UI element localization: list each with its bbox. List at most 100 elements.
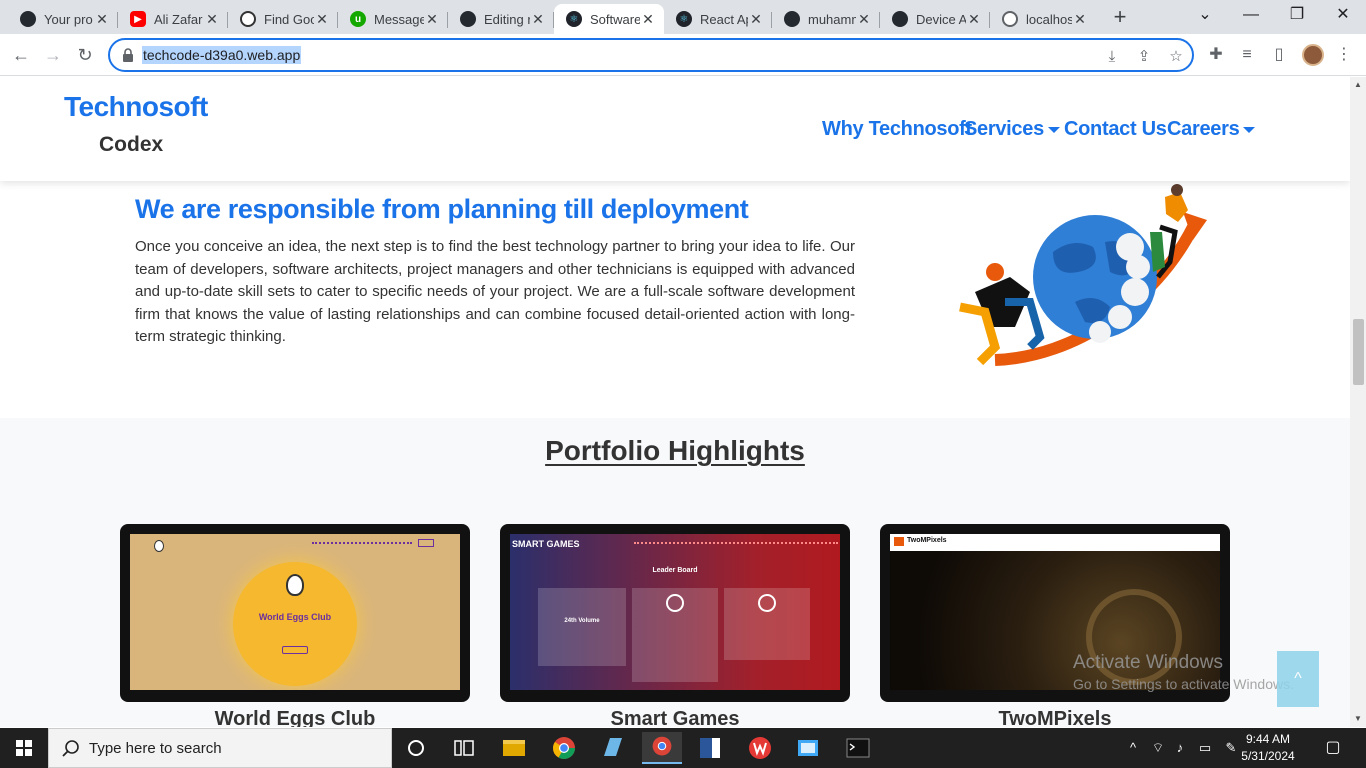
media-queue-icon[interactable]: ≡: [1236, 44, 1258, 66]
portfolio-card-world-eggs[interactable]: World Eggs Club: [120, 524, 470, 702]
tab-2[interactable]: ▶ Ali Zafar ✕: [118, 4, 228, 34]
world-eggs-preview: World Eggs Club: [130, 534, 460, 690]
tray-overflow-chevron-icon[interactable]: ^: [1124, 728, 1142, 768]
close-window-button[interactable]: ✕: [1320, 0, 1366, 34]
chrome-icon[interactable]: [544, 732, 584, 764]
forward-button[interactable]: →: [40, 42, 66, 68]
browser-toolbar: ← → ↻ techcode-d39a0.web.app ⤓ ⇪ ☆ ✚ ≡ ▯…: [0, 34, 1366, 76]
close-tab-icon[interactable]: ✕: [748, 11, 764, 28]
page-scrollbar[interactable]: ▲ ▼: [1350, 77, 1366, 727]
tab-title: muhamm: [808, 11, 856, 27]
back-button[interactable]: ←: [8, 42, 34, 68]
nav-label: Contact Us: [1064, 118, 1167, 140]
tab-3[interactable]: Find Goo ✕: [228, 4, 338, 34]
globe-icon: [1002, 11, 1018, 27]
notifications-icon[interactable]: ▢: [1318, 728, 1348, 768]
close-tab-icon[interactable]: ✕: [424, 11, 440, 28]
notepad-icon[interactable]: [592, 732, 632, 764]
close-tab-icon[interactable]: ✕: [856, 11, 872, 28]
share-icon[interactable]: ⇪: [1134, 47, 1154, 67]
preview-subheading: Leader Board: [652, 567, 698, 574]
portfolio-label-twompixels[interactable]: TwoMPixels: [880, 708, 1230, 727]
menu-kebab-icon[interactable]: ⋮: [1333, 44, 1355, 66]
github-icon: [892, 11, 908, 27]
search-icon: [62, 740, 79, 757]
battery-icon[interactable]: ▭: [1194, 728, 1216, 768]
remote-desktop-icon[interactable]: [788, 732, 828, 764]
windows-taskbar: Type here to search ^ ⌔ ♪ ▭ ✎ 9:44 AM 5/…: [0, 728, 1366, 768]
nav-services-dropdown[interactable]: Services: [964, 118, 1060, 141]
back-to-top-button[interactable]: ^: [1277, 651, 1319, 707]
taskbar-search-box[interactable]: Type here to search: [48, 728, 392, 768]
task-view-icon[interactable]: [444, 732, 484, 764]
bookmark-star-icon[interactable]: ☆: [1166, 47, 1186, 67]
minimize-button[interactable]: —: [1228, 0, 1274, 34]
new-tab-button[interactable]: +: [1108, 6, 1132, 30]
taskbar-clock[interactable]: 9:44 AM 5/31/2024: [1228, 731, 1308, 765]
scrollbar-thumb[interactable]: [1353, 319, 1364, 385]
tab-1[interactable]: Your pro ✕: [8, 4, 118, 34]
react-icon: ⚛: [676, 11, 692, 27]
tab-search-icon[interactable]: ⌄: [1182, 0, 1228, 34]
terminal-icon[interactable]: [838, 732, 878, 764]
tab-title: Your pro: [44, 11, 93, 27]
close-tab-icon[interactable]: ✕: [1072, 11, 1088, 28]
tab-9[interactable]: Device A ✕: [880, 4, 990, 34]
portfolio-label-world-eggs[interactable]: World Eggs Club: [120, 708, 470, 727]
scroll-down-arrow-icon[interactable]: ▼: [1350, 711, 1366, 727]
extensions-icon[interactable]: ✚: [1205, 44, 1227, 66]
cortana-icon[interactable]: [396, 732, 436, 764]
nav-label: Careers: [1167, 118, 1240, 140]
scroll-up-arrow-icon[interactable]: ▲: [1350, 77, 1366, 93]
site-logo-line2[interactable]: Codex: [99, 133, 163, 157]
clock-time: 9:44 AM: [1245, 732, 1291, 746]
tab-title: Device A: [916, 11, 966, 27]
tab-5[interactable]: Editing r ✕: [448, 4, 554, 34]
tab-6-active[interactable]: ⚛ Software ✕: [554, 4, 664, 34]
reload-button[interactable]: ↻: [72, 42, 98, 68]
windows-start-icon[interactable]: [0, 728, 48, 768]
lock-icon: [123, 48, 133, 62]
portfolio-label-smart-games[interactable]: Smart Games: [500, 708, 850, 727]
preview-heading: World Eggs Club: [258, 612, 332, 622]
github-icon: [784, 11, 800, 27]
wps-office-icon[interactable]: [740, 732, 780, 764]
wifi-icon[interactable]: ⌔: [1148, 728, 1168, 768]
install-app-icon[interactable]: ⤓: [1102, 47, 1122, 67]
close-tab-icon[interactable]: ✕: [204, 11, 220, 28]
portfolio-card-smart-games[interactable]: SMART GAMES Leader Board 24th Volume: [500, 524, 850, 702]
tab-10[interactable]: localhos ✕: [990, 4, 1096, 34]
tab-strip: Your pro ✕ ▶ Ali Zafar ✕ Find Goo ✕ u Me…: [0, 0, 1366, 34]
nav-why-technosoft[interactable]: Why Technosoft: [822, 118, 972, 141]
site-logo-line1[interactable]: Technosoft: [64, 91, 208, 123]
hero-body: Once you conceive an idea, the next step…: [135, 238, 855, 345]
tab-4[interactable]: u Message ✕: [338, 4, 448, 34]
volume-icon[interactable]: ♪: [1170, 728, 1190, 768]
close-tab-icon[interactable]: ✕: [966, 11, 982, 28]
side-panel-icon[interactable]: ▯: [1268, 44, 1290, 66]
url-text[interactable]: techcode-d39a0.web.app: [142, 46, 302, 64]
clock-date: 5/31/2024: [1241, 749, 1295, 763]
avatar[interactable]: [1302, 44, 1324, 66]
file-explorer-icon[interactable]: [494, 732, 534, 764]
tab-7[interactable]: ⚛ React Ap ✕: [664, 4, 772, 34]
preview-stat: 24th Volume: [564, 618, 600, 624]
close-tab-icon[interactable]: ✕: [314, 11, 330, 28]
portfolio-title: Portfolio Highlights: [0, 435, 1350, 467]
address-bar[interactable]: techcode-d39a0.web.app ⤓ ⇪ ☆: [108, 38, 1194, 72]
tab-8[interactable]: muhamm ✕: [772, 4, 880, 34]
word-icon[interactable]: [690, 732, 730, 764]
portfolio-title-text: Portfolio Highlights: [545, 435, 805, 466]
react-icon: ⚛: [566, 11, 582, 27]
close-tab-icon[interactable]: ✕: [530, 11, 546, 28]
upwork-icon: u: [350, 11, 366, 27]
chrome-active-icon[interactable]: [642, 732, 682, 764]
openai-icon: [240, 11, 256, 27]
close-tab-icon[interactable]: ✕: [640, 11, 656, 28]
restore-button[interactable]: ❐: [1274, 0, 1320, 34]
close-tab-icon[interactable]: ✕: [94, 11, 110, 28]
nav-careers-dropdown[interactable]: Careers: [1167, 118, 1256, 141]
smart-games-preview: SMART GAMES Leader Board 24th Volume: [510, 534, 840, 690]
github-icon: [20, 11, 36, 27]
nav-contact-us[interactable]: Contact Us: [1064, 118, 1167, 141]
